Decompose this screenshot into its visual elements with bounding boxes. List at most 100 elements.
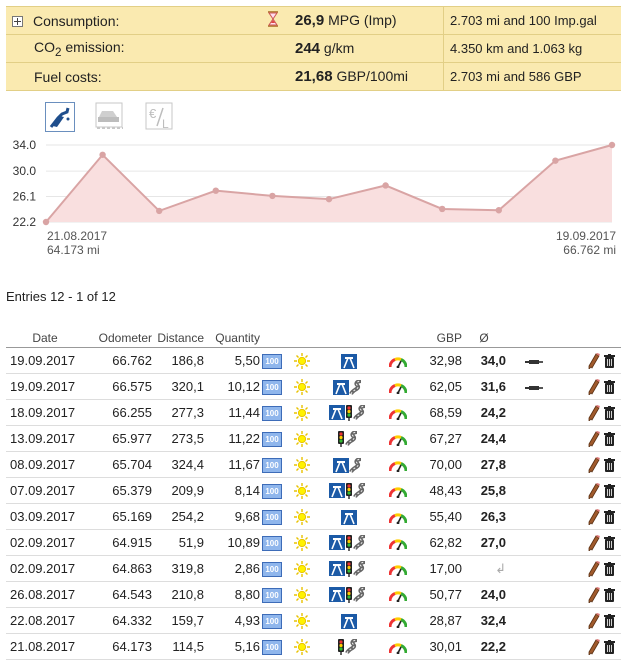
entry-quantity: 9,68 xyxy=(204,503,260,530)
expand-toggle-icon[interactable] xyxy=(12,16,23,28)
entry-distance: 273,5 xyxy=(152,425,204,452)
table-row[interactable]: 07.09.2017 65.379 209,9 8,14 100 48,43 25,8 xyxy=(6,477,621,504)
data-point[interactable] xyxy=(212,187,219,194)
summary-row-consumption: Consumption: 26,9 MPG (Imp) 2.703 mi and… xyxy=(6,6,621,35)
pencil-edit-icon[interactable] xyxy=(588,638,601,655)
data-point[interactable] xyxy=(552,157,559,164)
fuel-type-cell: 100 xyxy=(260,451,284,478)
note-cell xyxy=(506,555,562,582)
data-point[interactable] xyxy=(156,207,163,215)
costs-value: 21,68 xyxy=(295,68,333,85)
table-row[interactable]: 19.09.2017 66.575 320,1 10,12 100 62,05 31,6 xyxy=(6,373,621,400)
fuel-type-cell: 100 xyxy=(260,633,284,660)
chart-start-odo: 64.173 mi xyxy=(47,243,100,257)
table-row[interactable]: 08.09.2017 65.704 324,4 11,67 100 70,00 27,8 xyxy=(6,451,621,478)
entry-odometer: 65.704 xyxy=(80,451,152,478)
entry-cost: 62,82 xyxy=(418,529,462,556)
pencil-edit-icon[interactable] xyxy=(588,586,601,603)
data-point[interactable] xyxy=(269,192,276,200)
summary-row-co2: CO2 emission: 244 g/km 4.350 km and 1.06… xyxy=(6,34,621,63)
data-point[interactable] xyxy=(439,205,446,213)
pencil-edit-icon[interactable] xyxy=(588,508,601,525)
fuel-type-cell: 100 xyxy=(260,581,284,608)
col-date[interactable]: Date xyxy=(6,329,80,348)
table-row[interactable]: 02.09.2017 64.863 319,8 2,86 100 17,00 ↲ xyxy=(6,555,621,582)
pencil-edit-icon[interactable] xyxy=(588,482,601,499)
pencil-edit-icon[interactable] xyxy=(588,378,601,395)
table-row[interactable]: 18.09.2017 66.255 277,3 11,44 100 68,59 24,2 xyxy=(6,399,621,426)
entry-cost: 67,27 xyxy=(418,425,462,452)
col-quantity[interactable]: Quantity xyxy=(204,329,260,348)
entry-odometer: 65.379 xyxy=(80,477,152,504)
table-row[interactable]: 13.09.2017 65.977 273,5 11,22 100 67,27 24,4 xyxy=(6,425,621,452)
col-distance[interactable]: Distance xyxy=(152,329,204,348)
table-row[interactable]: 26.08.2017 64.543 210,8 8,80 100 50,77 24,0 xyxy=(6,581,621,608)
fuel-pump-icon[interactable] xyxy=(45,102,75,132)
euro-per-liter-icon[interactable]: € L xyxy=(145,102,175,132)
note-icon xyxy=(525,385,543,390)
trash-icon[interactable] xyxy=(604,639,615,654)
entry-cost: 48,43 xyxy=(418,477,462,504)
table-row[interactable]: 21.08.2017 64.173 114,5 5,16 100 30,01 22,2 xyxy=(6,633,621,660)
pencil-edit-icon[interactable] xyxy=(588,456,601,473)
consumption-unit: MPG (Imp) xyxy=(328,12,397,28)
table-row[interactable]: 03.09.2017 65.169 254,2 9,68 100 55,40 26,3 xyxy=(6,503,621,530)
fuel-type-cell: 100 xyxy=(260,477,284,504)
data-point[interactable] xyxy=(325,195,333,203)
pencil-edit-icon[interactable] xyxy=(588,404,601,421)
entry-odometer: 65.169 xyxy=(80,503,152,530)
driving-style-cell xyxy=(378,399,418,426)
driving-style-cell xyxy=(378,347,418,374)
col-odometer[interactable]: Odometer xyxy=(80,329,152,348)
country-road-icon xyxy=(345,431,358,447)
trash-icon[interactable] xyxy=(604,353,615,368)
pencil-edit-icon[interactable] xyxy=(588,560,601,577)
data-point[interactable] xyxy=(42,218,50,226)
trash-icon[interactable] xyxy=(604,379,615,394)
entry-avg: 24,2 xyxy=(462,399,506,426)
actions-cell xyxy=(562,399,621,426)
pencil-edit-icon[interactable] xyxy=(588,534,601,551)
data-point[interactable] xyxy=(608,141,616,149)
trash-icon[interactable] xyxy=(604,431,615,446)
col-cost[interactable]: GBP xyxy=(418,329,462,348)
country-road-icon xyxy=(345,639,358,655)
svg-text:L: L xyxy=(162,117,169,131)
data-point[interactable] xyxy=(495,207,502,214)
y-tick-label: 34.0 xyxy=(13,138,37,152)
fuel-type-cell: 100 xyxy=(260,425,284,452)
data-point[interactable] xyxy=(382,182,389,189)
trash-icon[interactable] xyxy=(604,509,615,524)
chart-end-odo: 66.762 mi xyxy=(563,243,616,257)
entry-odometer: 66.575 xyxy=(80,373,152,400)
data-point[interactable] xyxy=(99,151,106,158)
trash-icon[interactable] xyxy=(604,405,615,420)
driving-style-cell xyxy=(378,581,418,608)
trash-icon[interactable] xyxy=(604,483,615,498)
sun-icon xyxy=(294,586,310,603)
pencil-edit-icon[interactable] xyxy=(588,352,601,369)
table-row[interactable]: 22.08.2017 64.332 159,7 4,93 100 28,87 32,4 xyxy=(6,607,621,634)
trash-icon[interactable] xyxy=(604,535,615,550)
road-type-cell xyxy=(320,399,378,426)
table-row[interactable]: 02.09.2017 64.915 51,9 10,89 100 62,82 27,0 xyxy=(6,529,621,556)
col-avg[interactable]: Ø xyxy=(462,329,506,348)
trash-icon[interactable] xyxy=(604,561,615,576)
trash-icon[interactable] xyxy=(604,457,615,472)
entry-distance: 254,2 xyxy=(152,503,204,530)
note-icon xyxy=(525,359,543,364)
chart-start-date: 21.08.2017 xyxy=(47,229,107,243)
motorway-icon xyxy=(333,457,349,473)
car-road-icon[interactable] xyxy=(95,102,125,132)
co2-value: 244 xyxy=(295,40,321,57)
trash-icon[interactable] xyxy=(604,613,615,628)
entry-avg: 26,3 xyxy=(462,503,506,530)
pencil-edit-icon[interactable] xyxy=(588,430,601,447)
table-row[interactable]: 19.09.2017 66.762 186,8 5,50 100 32,98 34,0 xyxy=(6,347,621,374)
trash-icon[interactable] xyxy=(604,587,615,602)
tires-cell xyxy=(284,633,320,660)
entry-odometer: 64.332 xyxy=(80,607,152,634)
entry-date: 02.09.2017 xyxy=(6,529,80,556)
pencil-edit-icon[interactable] xyxy=(588,612,601,629)
entry-distance: 114,5 xyxy=(152,633,204,660)
